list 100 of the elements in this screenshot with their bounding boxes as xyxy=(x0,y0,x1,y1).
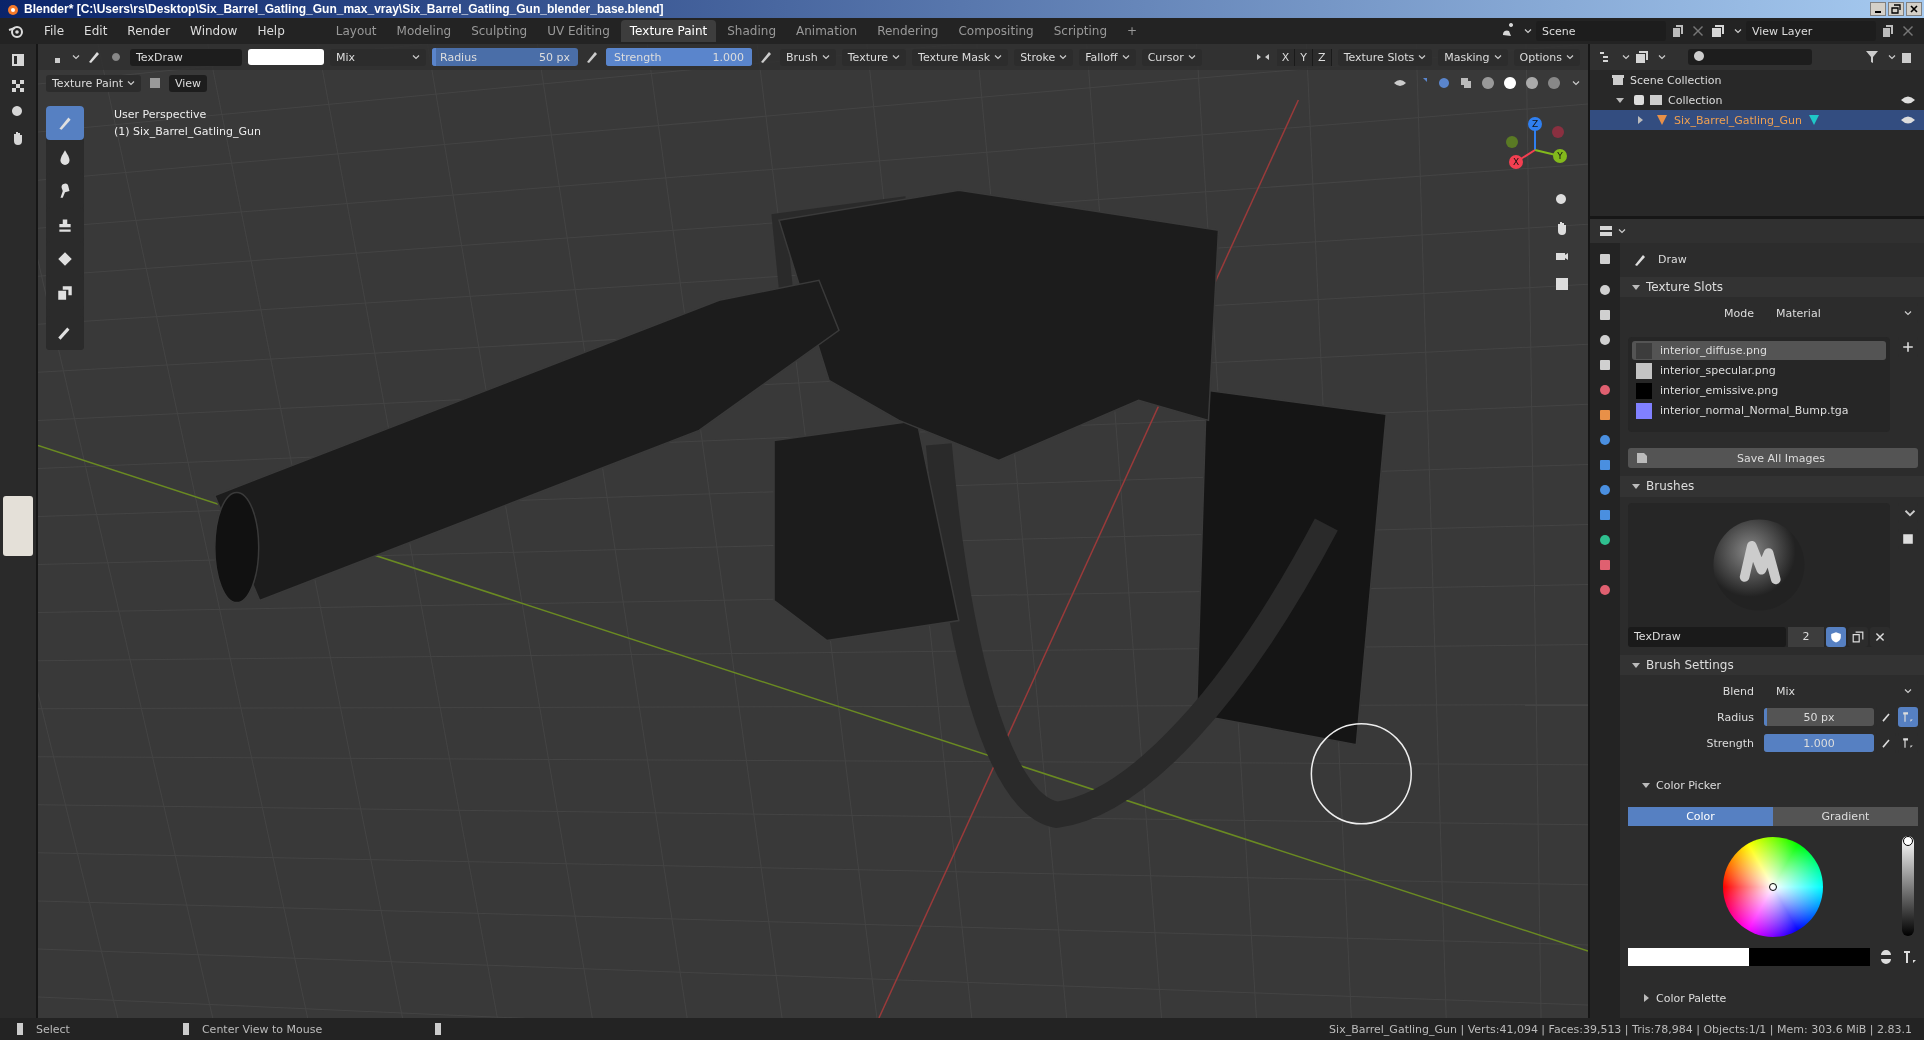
app-logo-icon[interactable] xyxy=(8,23,24,39)
workspace-tab[interactable]: Layout xyxy=(326,20,386,42)
user-count-field[interactable]: 2 xyxy=(1788,626,1824,647)
blend-dropdown[interactable]: Mix xyxy=(330,48,426,66)
disclosure-triangle-icon[interactable] xyxy=(1632,283,1640,292)
symmetry-axis-toggle[interactable]: Z xyxy=(1313,48,1332,66)
workspace-tab[interactable]: Texture Paint xyxy=(620,20,717,42)
navigation-gizmo[interactable]: Z X Y xyxy=(1500,112,1570,182)
texture-slot-row[interactable]: interior_normal_Normal_Bump.tga xyxy=(1632,401,1886,421)
output-icon[interactable] xyxy=(1597,307,1613,323)
panel-title[interactable]: Color Picker xyxy=(1656,778,1721,792)
disclosure-triangle-icon[interactable] xyxy=(1632,482,1640,491)
copy-icon[interactable] xyxy=(1880,23,1896,39)
header-menu[interactable]: Texture xyxy=(841,48,907,66)
disclosure-triangle-icon[interactable] xyxy=(1636,116,1644,124)
hdr-slider[interactable]: Radius 50 px xyxy=(432,48,578,66)
swap-colors-icon[interactable] xyxy=(1878,949,1894,965)
gizmo-axis-handle[interactable]: X xyxy=(1509,155,1523,169)
unified-toggle[interactable] xyxy=(1898,707,1918,727)
grid-icon[interactable] xyxy=(1554,276,1570,292)
workspace-tab[interactable]: Modeling xyxy=(387,20,461,42)
menu-item[interactable]: Window xyxy=(182,24,246,38)
solid-shading-icon[interactable] xyxy=(1502,75,1518,91)
rendered-shading-icon[interactable] xyxy=(1546,75,1562,91)
pressure-icon[interactable] xyxy=(758,49,774,65)
disclosure-triangle-icon[interactable] xyxy=(1632,660,1640,669)
workspace-tab[interactable]: Scripting xyxy=(1044,20,1117,42)
filter-view-icon[interactable] xyxy=(1634,49,1650,65)
disclosure-triangle-icon[interactable] xyxy=(1642,994,1650,1002)
mode-dropdown[interactable]: Texture Paint xyxy=(46,74,141,92)
texture-icon[interactable] xyxy=(1597,582,1613,598)
restore-button[interactable] xyxy=(1888,2,1904,16)
disclosure-triangle-icon[interactable] xyxy=(1616,96,1624,104)
symmetry-axis-toggle[interactable]: X xyxy=(1276,48,1296,66)
value-slider[interactable] xyxy=(1902,836,1914,936)
brush-name-field[interactable]: TexDraw xyxy=(130,48,242,66)
editor-type-icon[interactable] xyxy=(1598,223,1614,239)
texture-slot-row[interactable]: interior_diffuse.png xyxy=(1632,341,1886,361)
overlay-toggle-icon[interactable] xyxy=(147,75,163,91)
world-icon[interactable] xyxy=(1597,382,1613,398)
object-icon[interactable] xyxy=(1597,407,1613,423)
header-menu[interactable]: Texture Slots xyxy=(1337,48,1433,66)
menu-item[interactable]: Edit xyxy=(76,24,116,38)
brush-color-swatch[interactable] xyxy=(248,49,324,65)
gizmo-axis-handle[interactable]: Y xyxy=(1553,149,1567,163)
header-menu[interactable]: Falloff xyxy=(1079,48,1136,66)
menu-item[interactable]: Help xyxy=(249,24,293,38)
render-icon[interactable] xyxy=(1597,282,1613,298)
color-mode-tab[interactable]: Gradient xyxy=(1773,807,1918,826)
filter-icon[interactable] xyxy=(1864,49,1880,65)
symmetry-axis-toggle[interactable]: Y xyxy=(1295,48,1314,66)
workspace-tab[interactable]: Sculpting xyxy=(462,20,537,42)
workspace-tab[interactable]: Animation xyxy=(787,20,867,42)
menu-item[interactable]: File xyxy=(36,24,73,38)
gizmo-axis-handle[interactable]: Z xyxy=(1528,117,1542,131)
secondary-color-swatch[interactable] xyxy=(1749,948,1870,966)
add-workspace-button[interactable]: + xyxy=(1118,20,1147,42)
minimize-button[interactable] xyxy=(1870,2,1886,16)
panel-title[interactable]: Color Palette xyxy=(1656,991,1727,1005)
scene-icon[interactable] xyxy=(1597,357,1613,373)
color-mode-tab[interactable]: Color xyxy=(1628,807,1773,826)
view-menu[interactable]: View xyxy=(169,74,208,92)
header-menu[interactable]: Brush xyxy=(780,48,836,66)
disclosure-triangle-icon[interactable] xyxy=(1642,781,1650,789)
view-layer-field[interactable]: View Layer xyxy=(1746,21,1876,41)
close-button[interactable] xyxy=(1906,2,1922,16)
mesh-data-icon[interactable] xyxy=(1597,532,1613,548)
wrench-icon[interactable] xyxy=(1597,432,1613,448)
pressure-icon[interactable] xyxy=(584,49,600,65)
brush-name-field[interactable]: TexDraw xyxy=(1628,626,1786,647)
outliner-row[interactable]: Six_Barrel_Gatling_Gun xyxy=(1590,110,1924,130)
panel-header[interactable]: Brush Settings xyxy=(1620,654,1924,675)
unified-icon[interactable] xyxy=(1902,949,1918,965)
workspace-tab[interactable]: Compositing xyxy=(949,20,1043,42)
search-field[interactable] xyxy=(1688,49,1812,65)
workspace-tab[interactable]: UV Editing xyxy=(538,20,619,42)
panel-header[interactable]: Texture Slots xyxy=(1620,276,1924,298)
constraints-icon[interactable] xyxy=(1597,507,1613,523)
tool-settings-icon[interactable] xyxy=(1597,251,1613,267)
scene-icon[interactable] xyxy=(1500,23,1516,39)
prop-slider[interactable]: 50 px xyxy=(1764,708,1874,726)
collection-checkbox[interactable] xyxy=(1634,95,1644,105)
header-menu[interactable]: Masking xyxy=(1438,48,1508,66)
overlays-icon[interactable] xyxy=(1436,75,1452,91)
workspace-tab[interactable]: Rendering xyxy=(868,20,948,42)
header-menu[interactable]: Options xyxy=(1513,48,1580,66)
workspace-tab[interactable]: Shading xyxy=(718,20,785,42)
view-layer-icon[interactable] xyxy=(1710,23,1726,39)
primary-color-swatch[interactable] xyxy=(1628,948,1749,966)
duplicate-button[interactable] xyxy=(1848,626,1868,647)
collection-label[interactable]: Collection xyxy=(1668,93,1723,107)
checker-icon[interactable] xyxy=(10,78,26,94)
particles-icon[interactable] xyxy=(1597,457,1613,473)
texture-slot-row[interactable]: interior_emissive.png xyxy=(1632,381,1886,401)
header-menu[interactable]: Stroke xyxy=(1014,48,1074,66)
header-menu[interactable]: Cursor xyxy=(1141,48,1202,66)
scene-collection-label[interactable]: Scene Collection xyxy=(1630,73,1722,87)
slider-thumb[interactable] xyxy=(1903,836,1913,846)
texture-slot-row[interactable]: interior_specular.png xyxy=(1632,361,1886,381)
menu-item[interactable]: Render xyxy=(119,24,179,38)
